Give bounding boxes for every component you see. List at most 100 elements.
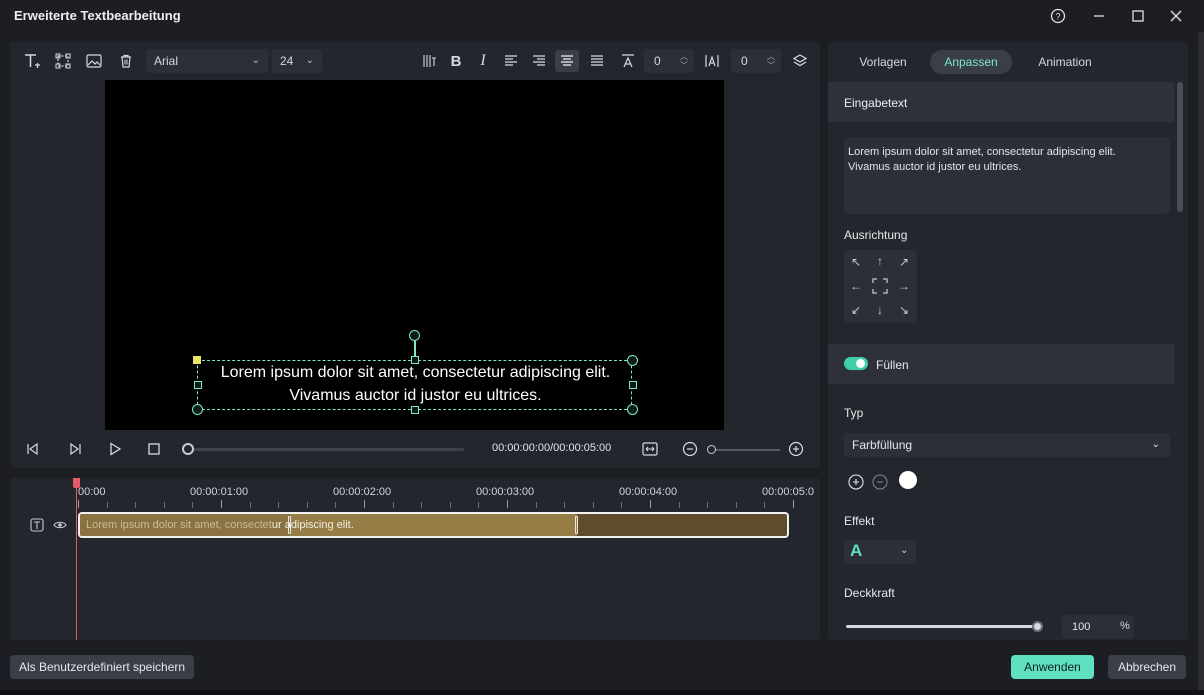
play-icon[interactable] [106,440,124,458]
input-section-header[interactable]: Eingabetext [828,82,1174,122]
fill-type-select[interactable]: Farbfüllung ⌄ [844,433,1170,457]
opacity-slider[interactable] [1032,621,1043,632]
image-icon[interactable] [84,51,104,71]
playhead[interactable] [76,478,77,640]
add-text-icon[interactable] [22,51,42,71]
text-clip[interactable]: Lorem ipsum dolor sit amet, consectetur … [78,512,789,538]
align-left-arrow-icon[interactable]: ← [846,276,866,296]
align-top-icon[interactable]: ↑ [870,251,890,271]
ruler-tick [507,500,508,508]
ruler-label: 00:00:03:00 [476,486,535,498]
chevron-down-icon: ⌄ [251,55,260,66]
fit-view-icon[interactable] [641,440,659,458]
add-color-icon[interactable] [848,474,864,490]
remove-color-icon[interactable] [872,474,888,490]
maximize-icon[interactable] [1128,6,1148,26]
stepper-arrows-icon[interactable]: ︿ ﹀ [767,52,775,70]
tab-vorlagen[interactable]: Vorlagen [848,50,918,74]
help-icon[interactable]: ? [1048,6,1068,26]
playback-bar: 00:00:00:00/00:00:05:00 [10,430,820,468]
align-top-left-icon[interactable]: ↖ [846,252,866,272]
align-right-arrow-icon[interactable]: → [894,276,914,296]
clip-out-marker[interactable] [575,516,578,534]
tab-anpassen[interactable]: Anpassen [930,50,1012,74]
font-size-value: 24 [280,54,294,68]
zoom-track[interactable] [710,449,780,451]
trash-icon[interactable] [116,51,136,71]
ruler-tick [650,500,651,508]
layers-icon[interactable] [790,51,810,71]
ruler-tick [564,502,566,508]
ruler-label: 00:00:04:00 [619,486,678,498]
line-spacing-icon[interactable] [702,51,722,71]
ruler-tick [364,500,365,508]
resize-handle-left[interactable] [194,381,202,389]
timeline-panel[interactable]: 00:00 00:00:01:00 00:00:02:00 00:00:03:0… [10,478,820,640]
clip-in-marker[interactable] [288,516,291,534]
resize-handle-top-right[interactable] [627,355,638,366]
zoom-out-icon[interactable] [681,440,699,458]
ruler-tick [449,502,451,508]
ruler-tick [678,502,680,508]
font-select-value: Arial [154,54,179,68]
effect-select[interactable]: A ⌄ [844,540,916,564]
panel-scrollbar[interactable] [1177,82,1183,212]
align-bottom-right-icon[interactable]: ↘ [894,300,914,320]
playhead-handle[interactable] [73,478,80,488]
resize-handle-bottom[interactable] [411,406,419,414]
zoom-in-icon[interactable] [787,440,805,458]
align-center-frame-icon[interactable] [870,276,890,296]
align-center-icon[interactable] [555,50,579,72]
resize-handle-right[interactable] [629,381,637,389]
playback-scrubber[interactable] [182,443,194,455]
eye-icon[interactable] [53,518,67,535]
font-size-select[interactable]: 24 ⌄ [272,49,322,73]
rotate-handle[interactable] [409,330,420,341]
editor-panel: Arial ⌄ 24 ⌄ B I 0 ︿ ﹀ 0 ︿ ﹀ Lorem ipsum… [10,42,820,468]
align-left-icon[interactable] [501,51,521,71]
fill-color-swatch[interactable] [899,471,917,489]
ruler-label: 00:00:02:00 [333,486,392,498]
zoom-slider[interactable] [707,445,716,454]
char-spacing-input[interactable]: 0 ︿ ﹀ [644,49,694,73]
playback-track[interactable] [188,448,464,451]
stop-icon[interactable] [145,440,163,458]
align-justify-icon[interactable] [587,51,607,71]
align-right-icon[interactable] [529,51,549,71]
cancel-button[interactable]: Abbrechen [1108,655,1186,679]
font-select[interactable]: Arial ⌄ [146,49,268,73]
bold-button[interactable]: B [446,51,466,71]
resize-handle-top[interactable] [411,356,419,364]
text-direction-icon[interactable] [419,51,439,71]
save-custom-button[interactable]: Als Benutzerdefiniert speichern [10,655,194,679]
text-selection-box[interactable]: Lorem ipsum dolor sit amet, consectetur … [197,360,632,410]
next-frame-icon[interactable] [66,440,84,458]
settings-panel: Vorlagen Anpassen Animation Eingabetext … [828,42,1188,640]
ruler-tick [592,502,594,508]
opacity-track[interactable] [846,625,1038,628]
align-top-right-icon[interactable]: ↗ [894,252,914,272]
stepper-arrows-icon[interactable]: ︿ ﹀ [680,52,688,70]
preview-canvas[interactable]: Lorem ipsum dolor sit amet, consectetur … [105,80,724,430]
apply-button[interactable]: Anwenden [1011,655,1094,679]
fill-toggle[interactable] [844,357,868,370]
resize-handle-bottom-right[interactable] [627,404,638,415]
alignment-grid: ↖ ↑ ↗ ← → ↙ ↓ ↘ [844,250,917,323]
italic-button[interactable]: I [473,51,493,71]
minimize-icon[interactable] [1089,6,1109,26]
ruler-tick [106,502,108,508]
tab-animation[interactable]: Animation [1026,50,1104,74]
transform-icon[interactable] [53,51,73,71]
chevron-down-icon: ⌄ [900,545,909,556]
previous-frame-icon[interactable] [24,440,42,458]
input-text-line-2: Vivamus auctor id justor eu ultrices. [848,161,1022,173]
character-spacing-icon[interactable] [618,51,638,71]
align-bottom-icon[interactable]: ↓ [870,300,890,320]
close-icon[interactable] [1166,6,1186,26]
input-section-title: Eingabetext [844,96,908,110]
line-spacing-input[interactable]: 0 ︿ ﹀ [731,49,781,73]
align-bottom-left-icon[interactable]: ↙ [846,300,866,320]
input-textarea[interactable]: Lorem ipsum dolor sit amet, consectetur … [844,137,1170,214]
resize-handle-top-left[interactable] [193,356,201,364]
resize-handle-bottom-left[interactable] [192,404,203,415]
